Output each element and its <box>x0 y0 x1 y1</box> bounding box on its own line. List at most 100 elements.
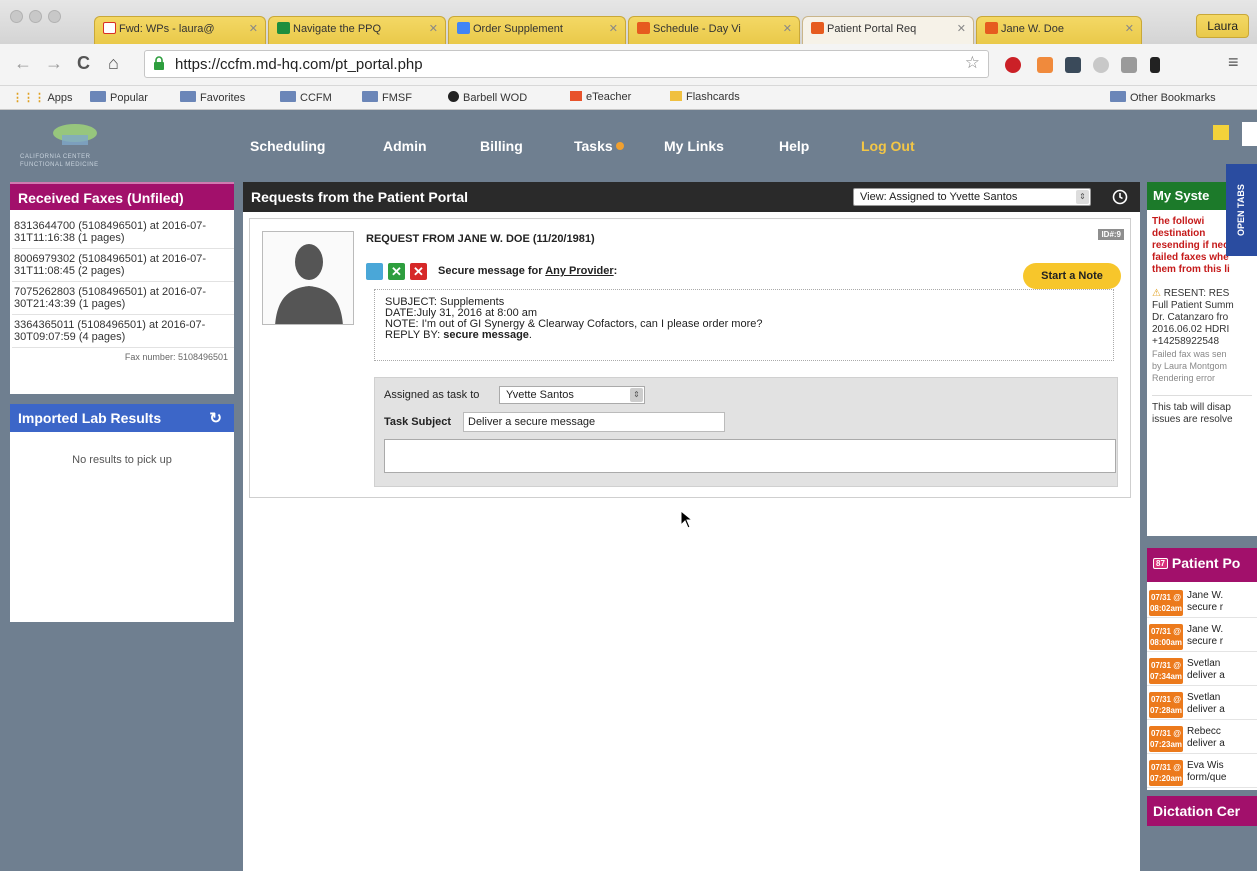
bookmark-other[interactable]: Other Bookmarks <box>1110 91 1216 104</box>
fax-item[interactable]: 7075262803 (5108496501) at 2016-07-30T21… <box>12 282 234 315</box>
cloud-icon[interactable] <box>1093 57 1109 73</box>
extension-icon[interactable] <box>1065 57 1081 73</box>
list-item[interactable]: 07/31 @ 07:20am Eva Wis form/que <box>1147 754 1257 788</box>
dictation-center-title[interactable]: Dictation Cer <box>1147 796 1257 826</box>
system-footer-line: issues are resolve <box>1152 414 1233 425</box>
bookmark-eteacher[interactable]: eTeacher <box>570 91 631 103</box>
list-item[interactable]: 07/31 @ 07:28am Svetlan deliver a <box>1147 686 1257 720</box>
sticky-note-icon[interactable] <box>1213 125 1229 140</box>
fax-item[interactable]: 8313644700 (5108496501) at 2016-07-31T11… <box>12 216 234 249</box>
nav-tasks-label: Tasks <box>574 138 613 154</box>
delete-icon[interactable]: ✕ <box>410 263 427 280</box>
list-item[interactable]: 07/31 @ 08:02am Jane W. secure r <box>1147 584 1257 618</box>
pinterest-icon[interactable] <box>1005 57 1021 73</box>
reply-message-icon[interactable] <box>366 263 383 280</box>
browser-tab-6[interactable]: Jane W. Doe ✕ <box>976 16 1142 44</box>
folder-icon <box>362 91 378 102</box>
bookmark-apps[interactable]: ⋮⋮⋮ Apps <box>12 91 73 104</box>
list-item[interactable]: 07/31 @ 07:23am Rebecc deliver a <box>1147 720 1257 754</box>
reply-by-label: REPLY BY: <box>385 329 444 341</box>
bookmark-label: eTeacher <box>586 91 632 103</box>
view-filter-select[interactable]: View: Assigned to Yvette Santos ⇕ <box>853 188 1091 206</box>
folder-icon <box>90 91 106 102</box>
address-bar[interactable]: https://ccfm.md-hq.com/pt_portal.php ☆ <box>144 50 989 78</box>
task-notes-textarea[interactable] <box>384 439 1116 473</box>
assignee-select[interactable]: Yvette Santos ⇕ <box>499 386 645 404</box>
list-item-line: deliver a <box>1187 738 1225 749</box>
window-minimize-button[interactable] <box>29 10 42 23</box>
list-item-text: Svetlan deliver a <box>1187 692 1225 716</box>
excel-export-icon[interactable]: ✕ <box>388 263 405 280</box>
secure-message-line: Secure message for Any Provider: <box>438 265 617 277</box>
refresh-icon[interactable]: ↻ <box>209 409 222 427</box>
home-icon[interactable]: ⌂ <box>108 53 119 74</box>
fax-item[interactable]: 3364365011 (5108496501) at 2016-07-30T09… <box>12 315 234 348</box>
browser-tab-1[interactable]: Fwd: WPs - laura@ ✕ <box>94 16 266 44</box>
profile-button[interactable]: Laura <box>1196 14 1249 38</box>
timestamp-time: 07:28am <box>1149 706 1183 715</box>
resent-line: Dr. Catanzaro fro <box>1152 312 1229 323</box>
resent-title[interactable]: ⚠ RESENT: RES <box>1152 288 1252 300</box>
phone-icon[interactable] <box>1150 57 1160 73</box>
extension-icon[interactable] <box>1121 57 1137 73</box>
bookmark-label: Popular <box>110 92 148 104</box>
nav-my-links[interactable]: My Links <box>664 138 724 154</box>
window-zoom-button[interactable] <box>48 10 61 23</box>
search-box[interactable] <box>1242 122 1257 146</box>
list-item[interactable]: 07/31 @ 08:00am Jane W. secure r <box>1147 618 1257 652</box>
received-faxes-title: Received Faxes (Unfiled) <box>10 182 234 210</box>
close-icon[interactable]: ✕ <box>957 22 966 35</box>
nav-tasks[interactable]: Tasks <box>574 138 624 154</box>
history-icon[interactable] <box>1111 188 1129 206</box>
no-results-text: No results to pick up <box>72 454 172 466</box>
patient-portal-count-badge: 87 <box>1153 558 1168 569</box>
close-icon[interactable]: ✕ <box>609 22 618 35</box>
timestamp-badge: 07/31 @ 07:20am <box>1149 760 1183 786</box>
close-icon[interactable]: ✕ <box>783 22 792 35</box>
eteacher-icon <box>570 91 582 101</box>
bookmark-flashcards[interactable]: Flashcards <box>670 91 740 103</box>
task-subject-input[interactable]: Deliver a secure message <box>463 412 725 432</box>
provider-link[interactable]: Any Provider <box>545 265 613 277</box>
timestamp-date: 07/31 @ <box>1150 627 1182 636</box>
timestamp-time: 08:00am <box>1149 638 1183 647</box>
browser-tab-2[interactable]: Navigate the PPQ ✕ <box>268 16 446 44</box>
nav-admin[interactable]: Admin <box>383 138 427 154</box>
start-a-note-button[interactable]: Start a Note <box>1023 263 1121 289</box>
reload-icon[interactable]: C <box>77 53 90 74</box>
bookmarks-bar: ⋮⋮⋮ Apps Popular Favorites CCFM FMSF Bar… <box>0 86 1257 110</box>
extension-icon[interactable] <box>1037 57 1053 73</box>
tab-title: Schedule - Day Vi <box>653 23 741 35</box>
bookmark-barbell-wod[interactable]: Barbell WOD <box>448 91 527 104</box>
resent-line: 2016.06.02 HDRI <box>1152 324 1230 335</box>
close-icon[interactable]: ✕ <box>249 22 258 35</box>
nav-scheduling[interactable]: Scheduling <box>250 138 325 154</box>
fax-item[interactable]: 8006979302 (5108496501) at 2016-07-31T11… <box>12 249 234 282</box>
folder-icon <box>180 91 196 102</box>
list-item[interactable]: 07/31 @ 07:34am Svetlan deliver a <box>1147 652 1257 686</box>
close-icon[interactable]: ✕ <box>429 22 438 35</box>
window-close-button[interactable] <box>10 10 23 23</box>
resent-detail: by Laura Montgom <box>1152 361 1228 371</box>
cross-icon <box>637 22 650 34</box>
star-icon[interactable]: ☆ <box>965 53 980 73</box>
bookmark-label: Apps <box>47 92 73 104</box>
browser-tab-4[interactable]: Schedule - Day Vi ✕ <box>628 16 800 44</box>
bookmark-favorites[interactable]: Favorites <box>180 91 245 104</box>
browser-tab-5-active[interactable]: Patient Portal Req ✕ <box>802 16 974 44</box>
close-icon[interactable]: ✕ <box>1125 22 1134 35</box>
back-icon[interactable]: ← <box>14 53 32 74</box>
nav-billing[interactable]: Billing <box>480 138 523 154</box>
browser-tab-bar: Fwd: WPs - laura@ ✕ Navigate the PPQ ✕ Ord… <box>0 0 1257 44</box>
bookmark-ccfm[interactable]: CCFM <box>280 91 332 104</box>
message-reply-by: REPLY BY: secure message. <box>385 330 1103 341</box>
bookmark-fmsf[interactable]: FMSF <box>362 91 412 104</box>
browser-tab-3[interactable]: Order Supplement ✕ <box>448 16 626 44</box>
open-tabs-toggle[interactable]: OPEN TABS <box>1226 164 1257 256</box>
nav-log-out[interactable]: Log Out <box>861 138 915 154</box>
nav-help[interactable]: Help <box>779 138 809 154</box>
bookmark-popular[interactable]: Popular <box>90 91 148 104</box>
forward-icon[interactable]: → <box>45 53 63 74</box>
menu-icon[interactable]: ≡ <box>1228 52 1239 73</box>
